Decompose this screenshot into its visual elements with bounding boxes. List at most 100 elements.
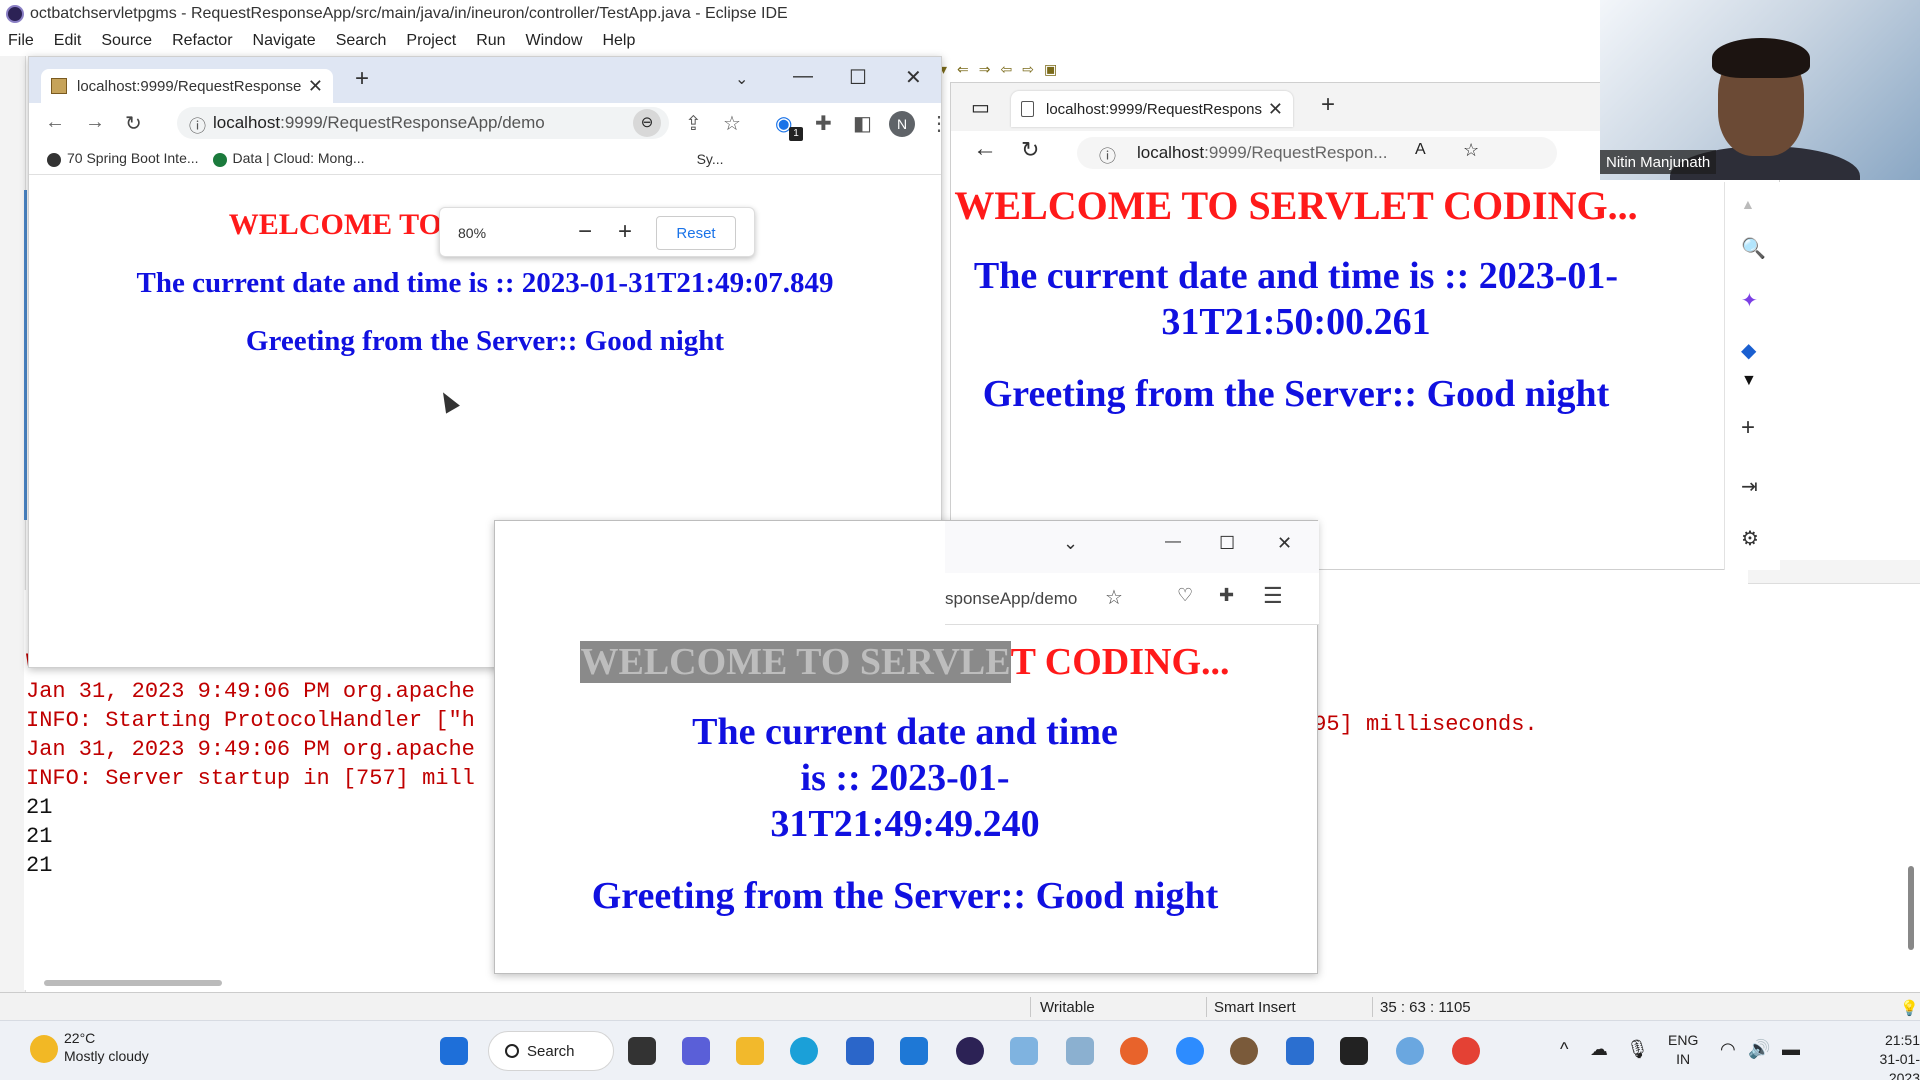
battery-icon[interactable]: ▬ xyxy=(1782,1039,1800,1060)
bookmark-star-icon[interactable]: ☆ xyxy=(723,111,741,136)
zoom-reset-button[interactable]: Reset xyxy=(656,216,736,250)
show-hidden-icons-icon[interactable]: ^ xyxy=(1560,1039,1568,1060)
copilot-icon[interactable]: ✦ xyxy=(1741,288,1758,313)
add-tool-icon[interactable]: + xyxy=(1741,414,1755,442)
close-tab-icon[interactable]: ✕ xyxy=(1268,99,1283,120)
zoom-level: 80% xyxy=(458,225,487,241)
volume-icon[interactable]: 🔊 xyxy=(1748,1039,1770,1060)
forward-icon[interactable]: → xyxy=(85,111,105,134)
menu-help[interactable]: Help xyxy=(602,32,635,50)
reload-icon[interactable]: ↻ xyxy=(125,111,142,136)
microphone-icon[interactable]: 🎙 xyxy=(1626,1039,1649,1060)
edge-address-bar[interactable]: ⓘ localhost:9999/RequestRespon... A ☆ xyxy=(1077,137,1557,169)
file-explorer-icon[interactable] xyxy=(736,1037,764,1065)
maximize-icon[interactable]: ☐ xyxy=(1219,533,1235,554)
site-info-icon[interactable]: ⓘ xyxy=(1099,142,1116,167)
close-tab-icon[interactable]: ✕ xyxy=(308,76,323,97)
menu-edit[interactable]: Edit xyxy=(54,32,82,50)
side-panel-icon[interactable]: ◧ xyxy=(853,111,872,136)
menu-search[interactable]: Search xyxy=(336,32,387,50)
menu-source[interactable]: Source xyxy=(101,32,152,50)
chrome-address-bar[interactable]: ⓘ localhost:9999/RequestResponseApp/demo… xyxy=(177,107,669,139)
menu-refactor[interactable]: Refactor xyxy=(172,32,232,50)
zoom-app-icon[interactable] xyxy=(1176,1037,1204,1065)
more-tools-icon[interactable]: ▼ xyxy=(1741,372,1757,390)
lightbulb-icon[interactable]: 💡 xyxy=(1900,999,1919,1017)
new-tab-icon[interactable]: + xyxy=(355,65,369,93)
new-tab-icon[interactable]: + xyxy=(1321,91,1335,119)
teams-chat-icon[interactable] xyxy=(682,1037,710,1065)
minimize-icon[interactable]: — xyxy=(793,65,813,88)
edge-icon[interactable] xyxy=(790,1037,818,1065)
refresh-icon[interactable]: ↻ xyxy=(1021,137,1039,163)
extensions-icon[interactable]: ✚ xyxy=(1219,585,1234,606)
settings-gear-icon[interactable]: ⚙ xyxy=(1741,526,1759,551)
zoom-in-button[interactable]: + xyxy=(618,218,632,246)
edge-tab[interactable]: localhost:9999/RequestRespons ✕ xyxy=(1011,91,1293,127)
perspective-icon[interactable]: ▣ xyxy=(1044,61,1057,78)
terminal-icon[interactable] xyxy=(1340,1037,1368,1065)
profile-avatar[interactable]: N xyxy=(889,111,915,137)
input-language[interactable]: ENG IN xyxy=(1668,1031,1698,1069)
extensions-puzzle-icon[interactable]: ✚ xyxy=(815,111,832,136)
hide-sidebar-icon[interactable]: ⇥ xyxy=(1741,474,1758,499)
zoom-out-button[interactable]: − xyxy=(578,218,592,246)
chrome-icon[interactable] xyxy=(1452,1037,1480,1065)
store-icon[interactable] xyxy=(846,1037,874,1065)
menu-project[interactable]: Project xyxy=(406,32,456,50)
bookmark-item[interactable]: Sy... xyxy=(697,151,724,167)
tab-actions-icon[interactable]: ▭ xyxy=(971,95,990,120)
back-icon[interactable]: ← xyxy=(973,135,997,163)
wifi-icon[interactable]: ◠ xyxy=(1720,1039,1736,1060)
prev-edit-icon[interactable]: ⇐ xyxy=(957,61,969,78)
tab-search-icon[interactable]: ⌄ xyxy=(735,69,748,89)
taskbar-search[interactable]: Search xyxy=(488,1031,614,1071)
close-window-icon[interactable]: ✕ xyxy=(905,65,922,90)
menu-run[interactable]: Run xyxy=(476,32,505,50)
app-menu-icon[interactable]: ☰ xyxy=(1263,583,1283,609)
spring-tool-icon[interactable] xyxy=(1396,1037,1424,1065)
minimize-icon[interactable]: — xyxy=(1165,533,1181,551)
forward-icon[interactable]: ⇨ xyxy=(1022,61,1034,78)
bookmarks-bar: 70 Spring Boot Inte... Data | Cloud: Mon… xyxy=(29,143,941,175)
firefox-icon[interactable] xyxy=(1120,1037,1148,1065)
pocket-icon[interactable]: ♡ xyxy=(1177,585,1193,606)
app-icon[interactable] xyxy=(1010,1037,1038,1065)
start-windows-icon[interactable] xyxy=(440,1037,468,1065)
zoom-icon[interactable]: ⊖ xyxy=(633,109,661,137)
menu-navigate[interactable]: Navigate xyxy=(253,32,316,50)
taskbar-clock[interactable]: 21:51 31-01-2023 xyxy=(1850,1031,1920,1080)
mail-icon[interactable] xyxy=(900,1037,928,1065)
onedrive-cloud-icon[interactable]: ☁ xyxy=(1590,1039,1608,1060)
read-aloud-icon[interactable]: A xyxy=(1415,141,1426,159)
eclipse-app-icon[interactable] xyxy=(956,1037,984,1065)
welcome-heading: WELCOME TO SERVLET CODING... xyxy=(525,639,1285,685)
notepad-icon[interactable] xyxy=(1286,1037,1314,1065)
bookmark-star-icon[interactable]: ☆ xyxy=(1105,585,1123,610)
menu-window[interactable]: Window xyxy=(526,32,583,50)
next-edit-icon[interactable]: ⇒ xyxy=(979,61,991,78)
close-window-icon[interactable]: ✕ xyxy=(1277,533,1292,554)
firefox-address-bar[interactable]: sponseApp/demo xyxy=(945,589,1077,609)
menu-file[interactable]: File xyxy=(8,32,34,50)
list-tabs-icon[interactable]: ⌄ xyxy=(1063,533,1078,554)
bookmark-item[interactable]: 70 Spring Boot Inte... xyxy=(47,150,199,167)
task-view-icon[interactable] xyxy=(628,1037,656,1065)
back-icon[interactable]: ⇦ xyxy=(1001,61,1013,78)
windows-taskbar: 22°C Mostly cloudy Search ^ ☁ 🎙 ENG IN ◠… xyxy=(0,1020,1920,1080)
snipping-tool-icon[interactable] xyxy=(1066,1037,1094,1065)
scroll-up-icon[interactable]: ▲ xyxy=(1741,196,1755,212)
chrome-tab[interactable]: localhost:9999/RequestResponse ✕ xyxy=(41,69,333,103)
site-info-icon[interactable]: ⓘ xyxy=(189,112,206,137)
console-vertical-scrollbar[interactable] xyxy=(1908,866,1914,950)
search-icon[interactable]: 🔍 xyxy=(1741,236,1766,261)
back-icon[interactable]: ← xyxy=(45,111,65,134)
bookmark-item[interactable]: Data | Cloud: Mong... xyxy=(212,150,365,167)
share-icon[interactable]: ⇪ xyxy=(685,111,702,136)
console-horizontal-scrollbar[interactable] xyxy=(44,980,222,986)
maximize-icon[interactable]: ☐ xyxy=(849,65,867,90)
tomcat-icon[interactable] xyxy=(1230,1037,1258,1065)
shopping-icon[interactable]: ◆ xyxy=(1741,338,1756,363)
add-favorite-icon[interactable]: ☆ xyxy=(1463,140,1479,161)
menu-kebab-icon[interactable]: ⋮ xyxy=(929,111,949,136)
